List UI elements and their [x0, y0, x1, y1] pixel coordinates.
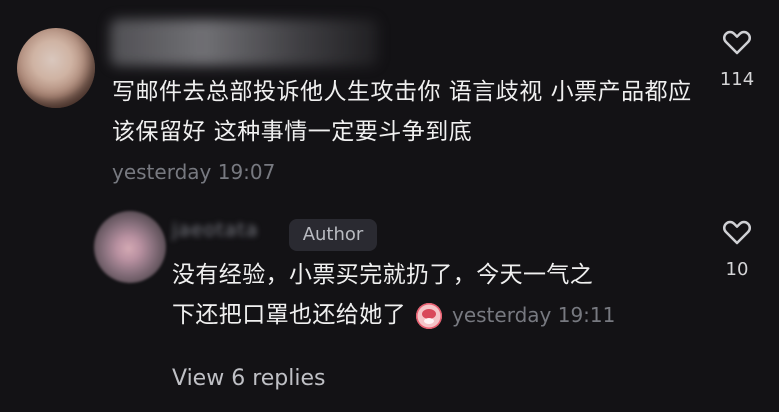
commenter-avatar[interactable]: [17, 28, 95, 108]
main-comment-timestamp: yesterday 19:07: [112, 160, 276, 184]
commenter-username-redacted: [110, 19, 378, 66]
reply-text-line-two-content: 下还把口罩也还给她了: [172, 302, 406, 328]
comment-thread: 写邮件去总部投诉他人生攻击你 语言歧视 小票产品都应该保留好 这种事情一定要斗争…: [0, 0, 779, 412]
reply-username: jaeotata: [172, 219, 259, 241]
reply-comment-text: 没有经验，小票买完就扔了，今天一气之 下还把口罩也还给她了 yesterday …: [172, 255, 672, 335]
main-comment-like-count: 114: [719, 69, 755, 90]
author-badge: Author: [289, 219, 377, 251]
reply-text-line-two: 下还把口罩也还给她了 yesterday 19:11: [172, 295, 615, 335]
reply-avatar[interactable]: [94, 211, 166, 283]
reply-text-line-one: 没有经验，小票买完就扔了，今天一气之: [172, 262, 594, 288]
main-comment-like-button[interactable]: 114: [717, 28, 757, 90]
view-replies-button[interactable]: View 6 replies: [172, 366, 325, 391]
reply-like-count: 10: [725, 259, 749, 280]
main-comment-text: 写邮件去总部投诉他人生攻击你 语言歧视 小票产品都应该保留好 这种事情一定要斗争…: [112, 79, 692, 145]
heart-icon[interactable]: [722, 218, 752, 248]
reply-like-button[interactable]: 10: [717, 218, 757, 280]
heart-icon[interactable]: [722, 28, 752, 58]
screaming-face-icon: [416, 303, 442, 329]
reply-timestamp: yesterday 19:11: [452, 303, 616, 327]
